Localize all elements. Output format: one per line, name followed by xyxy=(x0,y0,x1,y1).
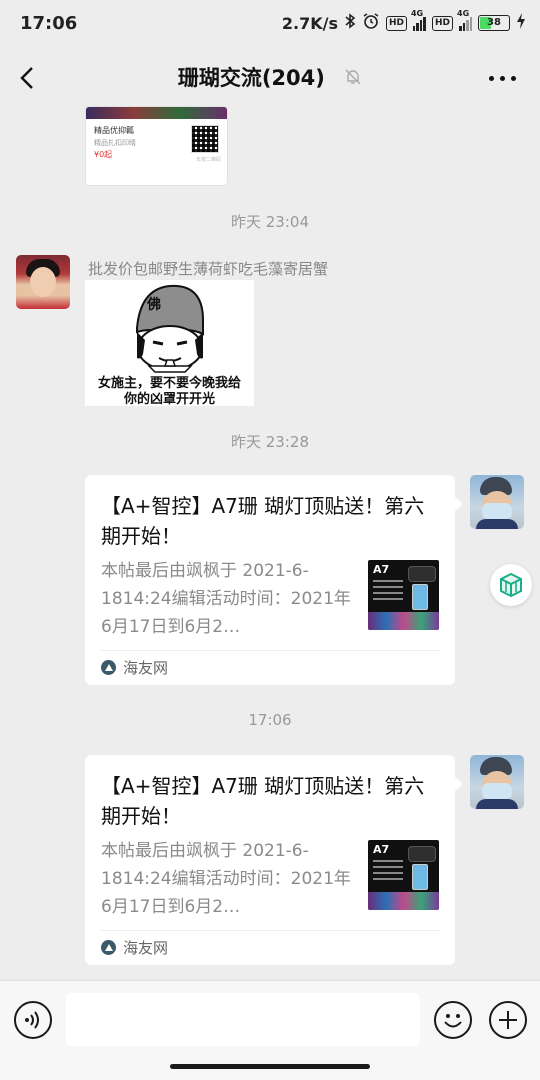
voice-button[interactable] xyxy=(14,1001,52,1039)
hd-badge: HD xyxy=(385,15,407,31)
previous-card-note: 长按二维码 xyxy=(195,157,221,163)
previous-card-image xyxy=(86,107,227,119)
more-functions-button[interactable] xyxy=(489,1001,527,1039)
timestamp: 17:06 xyxy=(248,711,292,729)
thumbnail-label: A7 xyxy=(373,563,390,576)
status-bar: 17:06 2.7K/s HD 4G HD 4G 38 xyxy=(0,0,540,50)
floating-minimized-button[interactable] xyxy=(490,564,532,606)
battery-level: 38 xyxy=(487,17,501,28)
link-card-description: 本帖最后由飒枫于 2021-6-1814:24编辑活动时间：2021年6月17日… xyxy=(101,561,351,637)
chat-header: 珊瑚交流(204) xyxy=(0,50,540,106)
link-card[interactable]: 【A+智控】A7珊 瑚灯顶贴送！第六期开始！ 本帖最后由飒枫于 2021-6-1… xyxy=(85,475,463,685)
link-card[interactable]: 【A+智控】A7珊 瑚灯顶贴送！第六期开始！ 本帖最后由飒枫于 2021-6-1… xyxy=(85,755,463,965)
source-name: 海友网 xyxy=(123,659,169,677)
signal-icon: 4G xyxy=(457,9,472,31)
chat-messages[interactable]: 精品优抑瓤 精品扎扣印睛 ¥0起 长按二维码 昨天 23:04 批发价包邮野生薄… xyxy=(0,106,540,980)
alarm-icon xyxy=(362,12,380,34)
signal-label: 4G xyxy=(457,9,470,18)
net-speed: 2.7K/s xyxy=(281,13,338,33)
status-icons: 2.7K/s HD 4G HD 4G 38 xyxy=(281,9,526,34)
signal-icon: 4G xyxy=(411,9,426,31)
emoji-button[interactable] xyxy=(434,1001,472,1039)
home-indicator xyxy=(170,1064,370,1069)
signal-label: 4G xyxy=(410,9,424,18)
more-options-button[interactable] xyxy=(489,76,516,81)
charging-icon xyxy=(516,13,526,33)
divider xyxy=(101,650,439,651)
timestamp: 昨天 23:04 xyxy=(231,213,309,231)
previous-card-price: ¥0起 xyxy=(94,150,113,159)
message-input[interactable] xyxy=(66,993,420,1046)
timestamp: 昨天 23:28 xyxy=(231,433,309,451)
bluetooth-icon xyxy=(344,13,356,33)
source-logo-icon xyxy=(101,940,116,955)
source-name: 海友网 xyxy=(123,939,169,957)
avatar[interactable] xyxy=(16,255,70,309)
thumbnail-label: A7 xyxy=(373,843,390,856)
sticker-message[interactable]: 佛 女施主，要不要今晚我给 你的凶罩开开光 xyxy=(85,280,254,406)
link-card-title: 【A+智控】A7珊 瑚灯顶贴送！第六期开始！ xyxy=(101,494,425,548)
emoji-icon xyxy=(444,1014,462,1028)
sticker-hat-char: 佛 xyxy=(147,297,161,313)
avatar[interactable] xyxy=(470,755,524,809)
link-card-source: 海友网 xyxy=(101,657,168,678)
plus-icon xyxy=(499,1011,517,1029)
mute-bell-icon xyxy=(344,67,362,91)
sender-name: 批发价包邮野生薄荷虾吃毛藻寄居蟹 xyxy=(88,260,329,278)
previous-mini-card[interactable]: 精品优抑瓤 精品扎扣印睛 ¥0起 长按二维码 xyxy=(85,106,228,186)
status-time: 17:06 xyxy=(20,13,78,34)
previous-card-title: 精品优抑瓤 xyxy=(94,126,134,135)
link-card-thumbnail: A7 xyxy=(368,840,439,910)
link-card-source: 海友网 xyxy=(101,937,168,958)
qr-code-icon xyxy=(191,125,219,153)
avatar[interactable] xyxy=(470,475,524,529)
battery-icon: 38 xyxy=(478,15,510,31)
divider xyxy=(101,930,439,931)
voice-icon xyxy=(25,1011,39,1029)
link-card-title: 【A+智控】A7珊 瑚灯顶贴送！第六期开始！ xyxy=(101,774,425,828)
chat-title: 珊瑚交流(204) xyxy=(177,66,325,90)
sticker-text-line: 你的凶罩开开光 xyxy=(123,392,215,406)
link-card-description: 本帖最后由飒枫于 2021-6-1814:24编辑活动时间：2021年6月17日… xyxy=(101,841,351,917)
cube-icon xyxy=(500,572,522,598)
previous-card-subtitle: 精品扎扣印睛 xyxy=(94,139,136,147)
source-logo-icon xyxy=(101,660,116,675)
link-card-thumbnail: A7 xyxy=(368,560,439,630)
hd-badge: HD xyxy=(431,15,453,31)
